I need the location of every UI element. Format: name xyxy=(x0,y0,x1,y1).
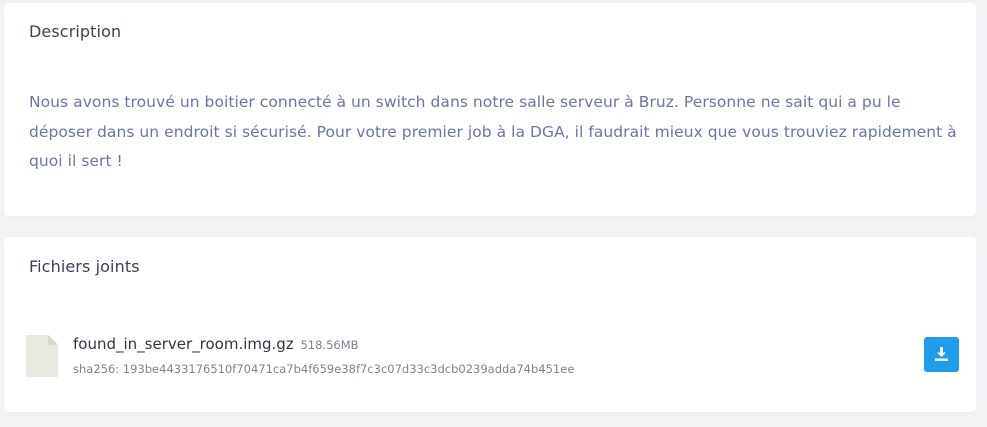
download-icon xyxy=(935,347,948,361)
download-button[interactable] xyxy=(924,337,959,372)
description-card: Description Nous avons trouvé un boitier… xyxy=(4,3,976,216)
attachment-size: 518.56MB xyxy=(300,338,359,352)
attachment-name-line[interactable]: found_in_server_room.img.gz 518.56MB xyxy=(73,335,359,353)
attachments-card: Fichiers joints found_in_server_room.img… xyxy=(4,237,976,412)
attachment-hash: sha256: 193be4433176510f70471ca7b4f659e3… xyxy=(73,362,575,376)
description-title: Description xyxy=(29,22,122,41)
description-text: Nous avons trouvé un boitier connecté à … xyxy=(29,93,957,170)
file-icon xyxy=(26,335,58,377)
attachment-row: found_in_server_room.img.gz 518.56MB sha… xyxy=(4,332,976,382)
attachments-title: Fichiers joints xyxy=(29,257,140,276)
attachment-filename[interactable]: found_in_server_room.img.gz xyxy=(73,335,294,353)
